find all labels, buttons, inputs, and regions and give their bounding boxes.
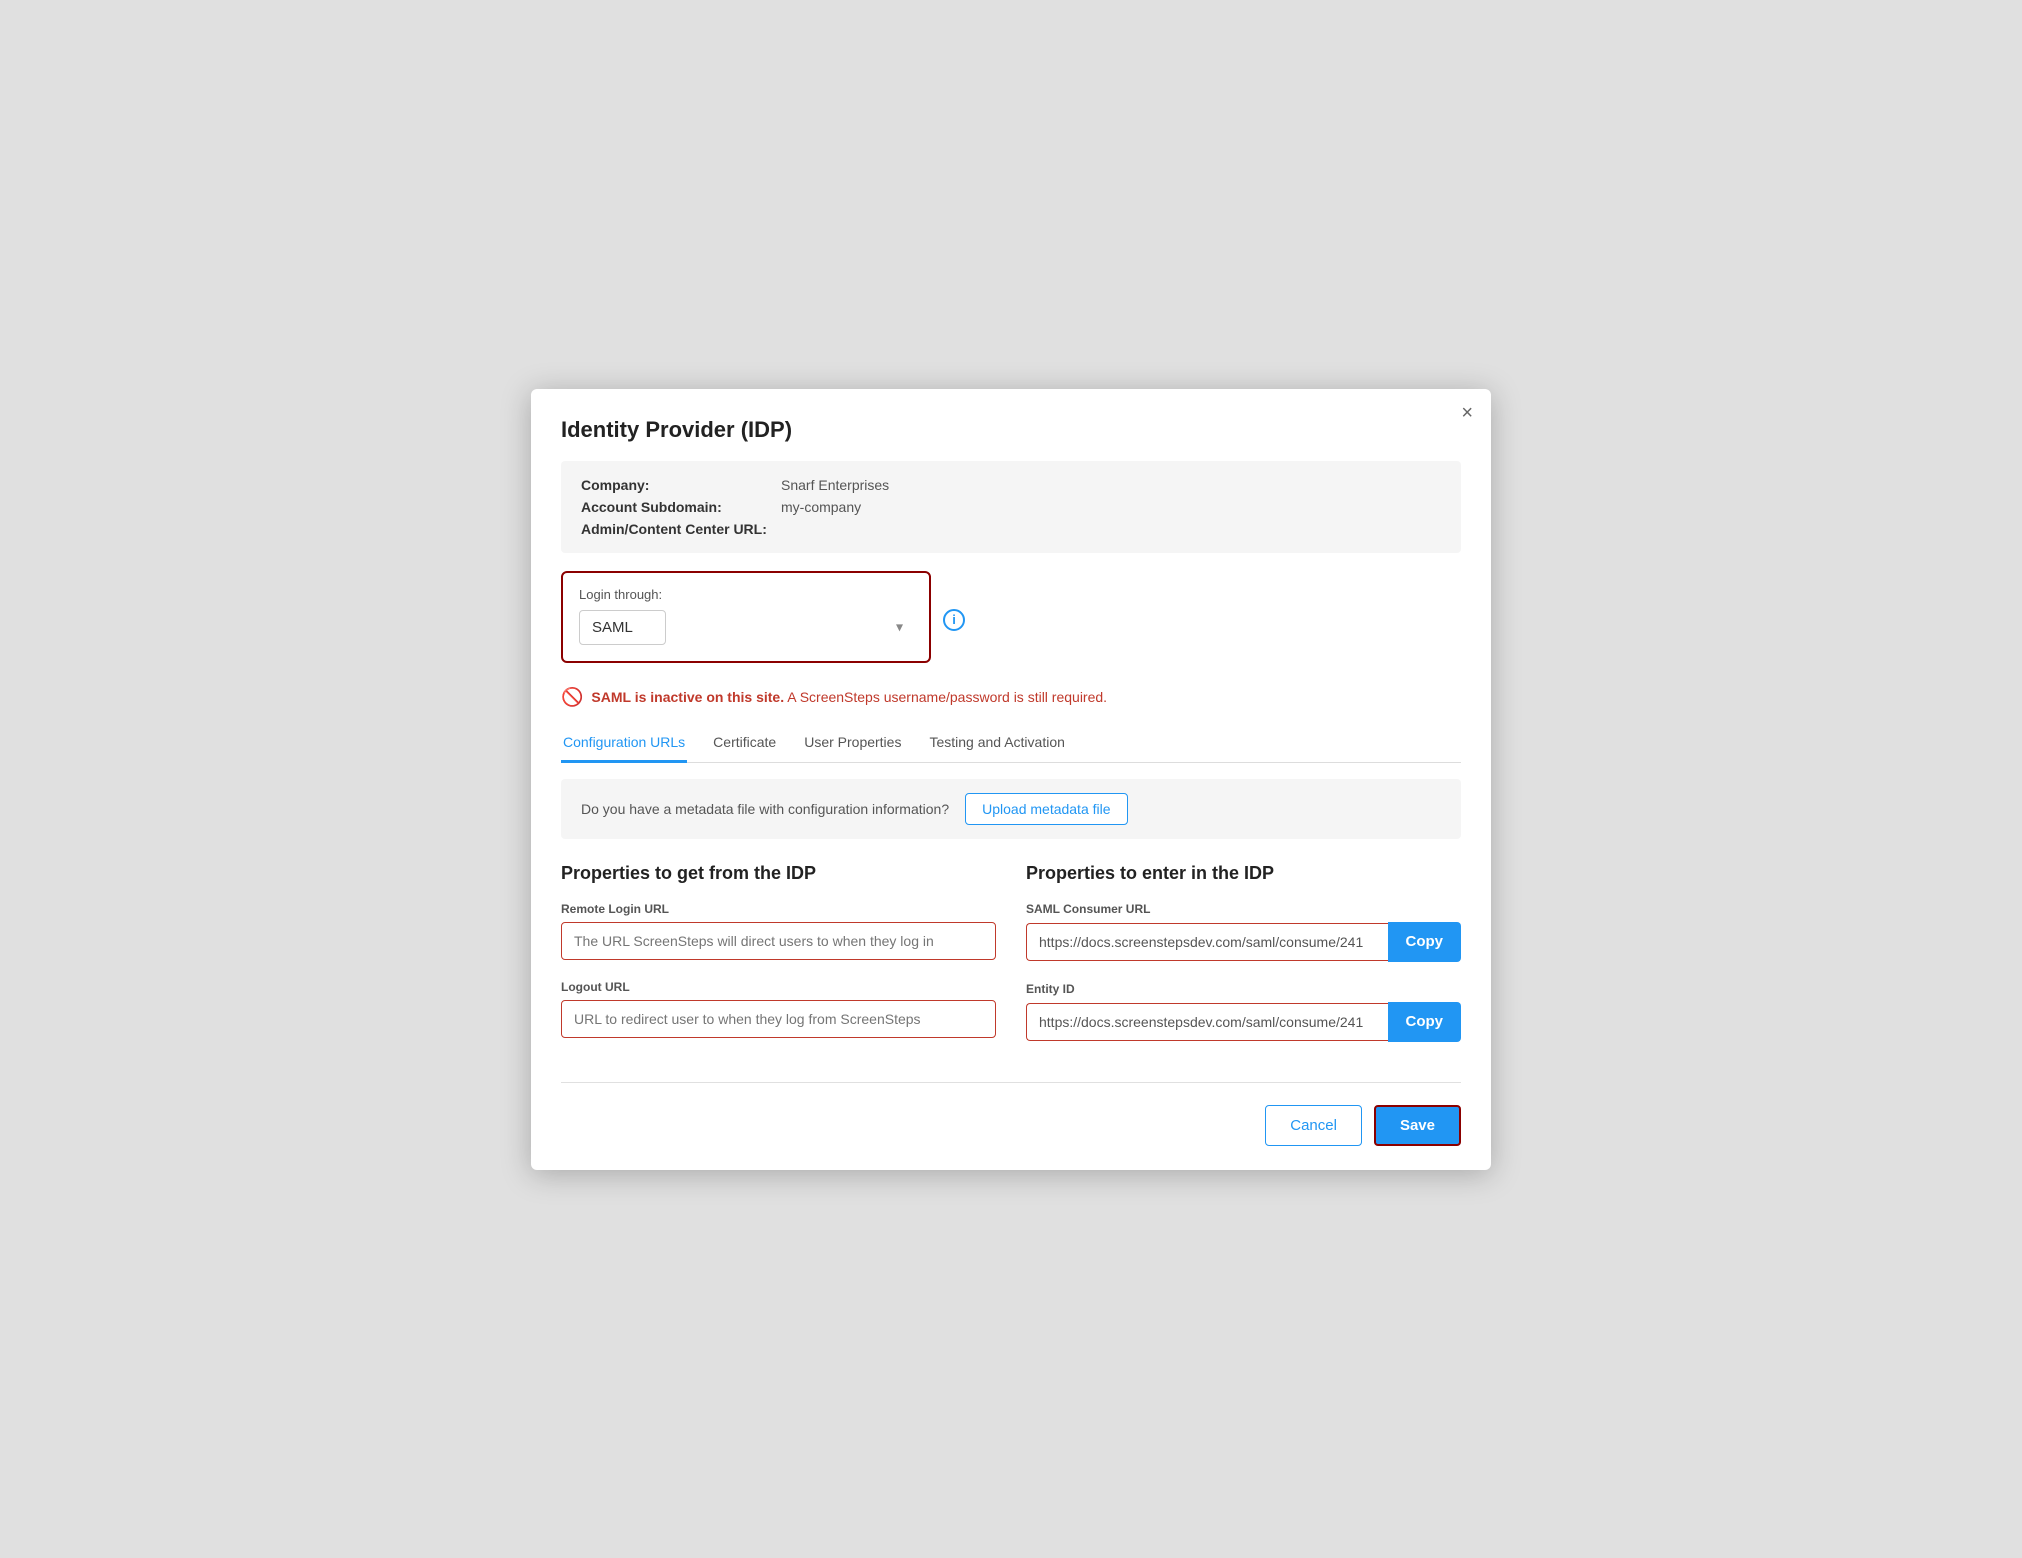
idp-dialog: × Identity Provider (IDP) Company: Snarf… (531, 389, 1491, 1170)
login-section: Login through: SAML Standard OAuth (561, 571, 931, 663)
warning-icon: 🚫 (561, 687, 583, 708)
company-label: Company: (581, 477, 781, 493)
logout-input[interactable] (561, 1000, 996, 1038)
save-button[interactable]: Save (1374, 1105, 1461, 1146)
company-row: Company: Snarf Enterprises (581, 477, 1441, 493)
login-select[interactable]: SAML Standard OAuth (579, 610, 666, 645)
properties-grid: Properties to get from the IDP Remote Lo… (561, 863, 1461, 1062)
properties-right: Properties to enter in the IDP SAML Cons… (1026, 863, 1461, 1062)
login-select-wrapper: SAML Standard OAuth (579, 610, 913, 645)
entity-id-label: Entity ID (1026, 982, 1461, 996)
company-value: Snarf Enterprises (781, 477, 889, 493)
entity-id-input[interactable] (1026, 1003, 1388, 1041)
info-section: Company: Snarf Enterprises Account Subdo… (561, 461, 1461, 553)
subdomain-value: my-company (781, 499, 861, 515)
footer-divider (561, 1082, 1461, 1083)
saml-consumer-input-row: Copy (1026, 922, 1461, 962)
upload-metadata-button[interactable]: Upload metadata file (965, 793, 1127, 825)
properties-left: Properties to get from the IDP Remote Lo… (561, 863, 996, 1062)
metadata-banner: Do you have a metadata file with configu… (561, 779, 1461, 839)
properties-left-title: Properties to get from the IDP (561, 863, 996, 884)
warning-row: 🚫 SAML is inactive on this site. A Scree… (561, 687, 1461, 708)
metadata-text: Do you have a metadata file with configu… (581, 801, 949, 817)
entity-id-input-row: Copy (1026, 1002, 1461, 1042)
admin-url-row: Admin/Content Center URL: (581, 521, 1441, 537)
tab-certificate[interactable]: Certificate (711, 726, 778, 763)
saml-consumer-label: SAML Consumer URL (1026, 902, 1461, 916)
saml-consumer-input[interactable] (1026, 923, 1388, 961)
saml-consumer-copy-button[interactable]: Copy (1388, 922, 1462, 962)
tabs-bar: Configuration URLs Certificate User Prop… (561, 726, 1461, 763)
remote-login-input[interactable] (561, 922, 996, 960)
entity-id-copy-button[interactable]: Copy (1388, 1002, 1462, 1042)
dialog-title: Identity Provider (IDP) (561, 417, 1461, 443)
logout-field-group: Logout URL (561, 980, 996, 1038)
subdomain-row: Account Subdomain: my-company (581, 499, 1441, 515)
remote-login-field-group: Remote Login URL (561, 902, 996, 960)
tab-configuration-urls[interactable]: Configuration URLs (561, 726, 687, 763)
warning-normal: A ScreenSteps username/password is still… (787, 689, 1107, 705)
login-through-label: Login through: (579, 587, 913, 602)
footer: Cancel Save (561, 1101, 1461, 1146)
saml-consumer-field-group: SAML Consumer URL Copy (1026, 902, 1461, 962)
tab-user-properties[interactable]: User Properties (802, 726, 903, 763)
remote-login-label: Remote Login URL (561, 902, 996, 916)
cancel-button[interactable]: Cancel (1265, 1105, 1362, 1146)
subdomain-label: Account Subdomain: (581, 499, 781, 515)
info-icon[interactable]: i (943, 609, 965, 631)
entity-id-field-group: Entity ID Copy (1026, 982, 1461, 1042)
tab-testing-activation[interactable]: Testing and Activation (927, 726, 1066, 763)
properties-right-title: Properties to enter in the IDP (1026, 863, 1461, 884)
warning-bold: SAML is inactive on this site. (591, 689, 784, 705)
logout-label: Logout URL (561, 980, 996, 994)
admin-url-label: Admin/Content Center URL: (581, 521, 781, 537)
close-button[interactable]: × (1461, 403, 1473, 423)
